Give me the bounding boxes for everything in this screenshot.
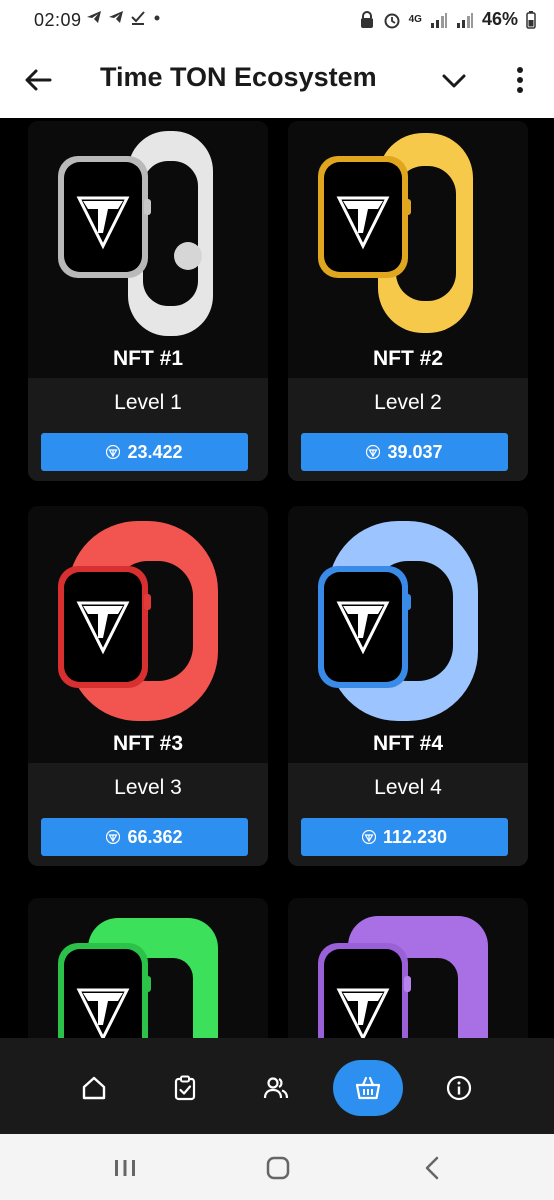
price-value: 39.037 — [387, 441, 443, 462]
app-bar: Time TON Ecosystem — [0, 42, 554, 118]
price-value: 66.362 — [127, 826, 183, 847]
friends-icon — [263, 1077, 289, 1099]
buy-button[interactable]: 39.037 — [301, 433, 508, 471]
page-title: Time TON Ecosystem — [100, 62, 377, 92]
nft-card[interactable]: NFT #3 Level 3 66.362 — [28, 506, 268, 866]
shop-icon — [355, 1076, 381, 1100]
back-icon[interactable] — [418, 1154, 448, 1182]
more-vertical-icon[interactable] — [510, 66, 530, 96]
ton-icon — [361, 830, 376, 844]
status-bar: 02:09 4G 46% — [0, 0, 554, 42]
nft-card[interactable] — [28, 898, 268, 1038]
nav-info[interactable] — [424, 1060, 494, 1116]
nft-card-footer: Level 1 23.422 — [28, 378, 268, 481]
nav-tasks[interactable] — [150, 1060, 220, 1116]
watch-image — [58, 521, 218, 721]
nft-title: NFT #2 — [372, 347, 443, 370]
system-status-icons: 4G 46% — [359, 9, 536, 30]
watch-image — [318, 916, 488, 1038]
notification-icons — [86, 9, 162, 25]
status-time: 02:09 — [34, 10, 82, 30]
buy-button[interactable]: 66.362 — [41, 818, 248, 856]
alarm-icon — [384, 13, 400, 28]
watch-image — [58, 918, 218, 1038]
telegram-icon — [87, 11, 101, 23]
nft-title: NFT #4 — [372, 732, 443, 755]
nav-home[interactable] — [59, 1060, 129, 1116]
nft-card-footer: Level 2 39.037 — [288, 378, 528, 481]
nft-title: NFT #1 — [112, 347, 183, 370]
watch-image — [58, 131, 213, 336]
price-value: 112.230 — [382, 826, 448, 847]
nav-friends[interactable] — [241, 1060, 311, 1116]
ton-icon — [106, 445, 121, 459]
download-done-icon — [131, 11, 145, 25]
system-navigation-bar — [0, 1134, 554, 1200]
telegram-icon — [109, 11, 123, 23]
nft-level: Level 3 — [114, 776, 182, 799]
ton-icon — [106, 830, 121, 844]
nft-card-footer: Level 4 112.230 — [288, 763, 528, 866]
price-value: 23.422 — [127, 441, 183, 462]
nft-card[interactable] — [288, 898, 528, 1038]
buy-button[interactable]: 112.230 — [301, 818, 508, 856]
ton-icon — [366, 445, 381, 459]
dot-icon — [154, 15, 160, 21]
nft-grid: NFT #1 Level 1 23.422 NFT #2 Level 2 39.… — [0, 118, 554, 1038]
info-icon — [446, 1075, 472, 1101]
home-button-icon[interactable] — [263, 1154, 293, 1182]
watch-image — [318, 521, 478, 721]
nft-card[interactable]: NFT #4 Level 4 112.230 — [288, 506, 528, 866]
nft-card[interactable]: NFT #1 Level 1 23.422 — [28, 121, 268, 481]
tasks-icon — [174, 1075, 196, 1101]
signal-icon — [456, 12, 473, 28]
nft-title: NFT #3 — [112, 732, 183, 755]
home-icon — [82, 1076, 106, 1100]
nft-card[interactable]: NFT #2 Level 2 39.037 — [288, 121, 528, 481]
watch-image — [318, 133, 473, 333]
network-type: 4G — [408, 13, 422, 25]
nav-shop[interactable] — [333, 1060, 403, 1116]
lock-icon — [360, 10, 373, 28]
nft-level: Level 1 — [114, 391, 182, 414]
nft-card-footer: Level 3 66.362 — [28, 763, 268, 866]
battery-percent: 46% — [481, 9, 518, 29]
arrow-left-icon[interactable] — [22, 64, 54, 96]
buy-button[interactable]: 23.422 — [41, 433, 248, 471]
bottom-nav — [0, 1038, 554, 1134]
nft-level: Level 4 — [374, 776, 442, 799]
nft-level: Level 2 — [374, 391, 442, 414]
battery-icon — [526, 10, 536, 29]
recent-apps-icon[interactable] — [110, 1154, 140, 1182]
chevron-down-icon[interactable] — [438, 68, 470, 94]
signal-icon — [430, 12, 447, 28]
